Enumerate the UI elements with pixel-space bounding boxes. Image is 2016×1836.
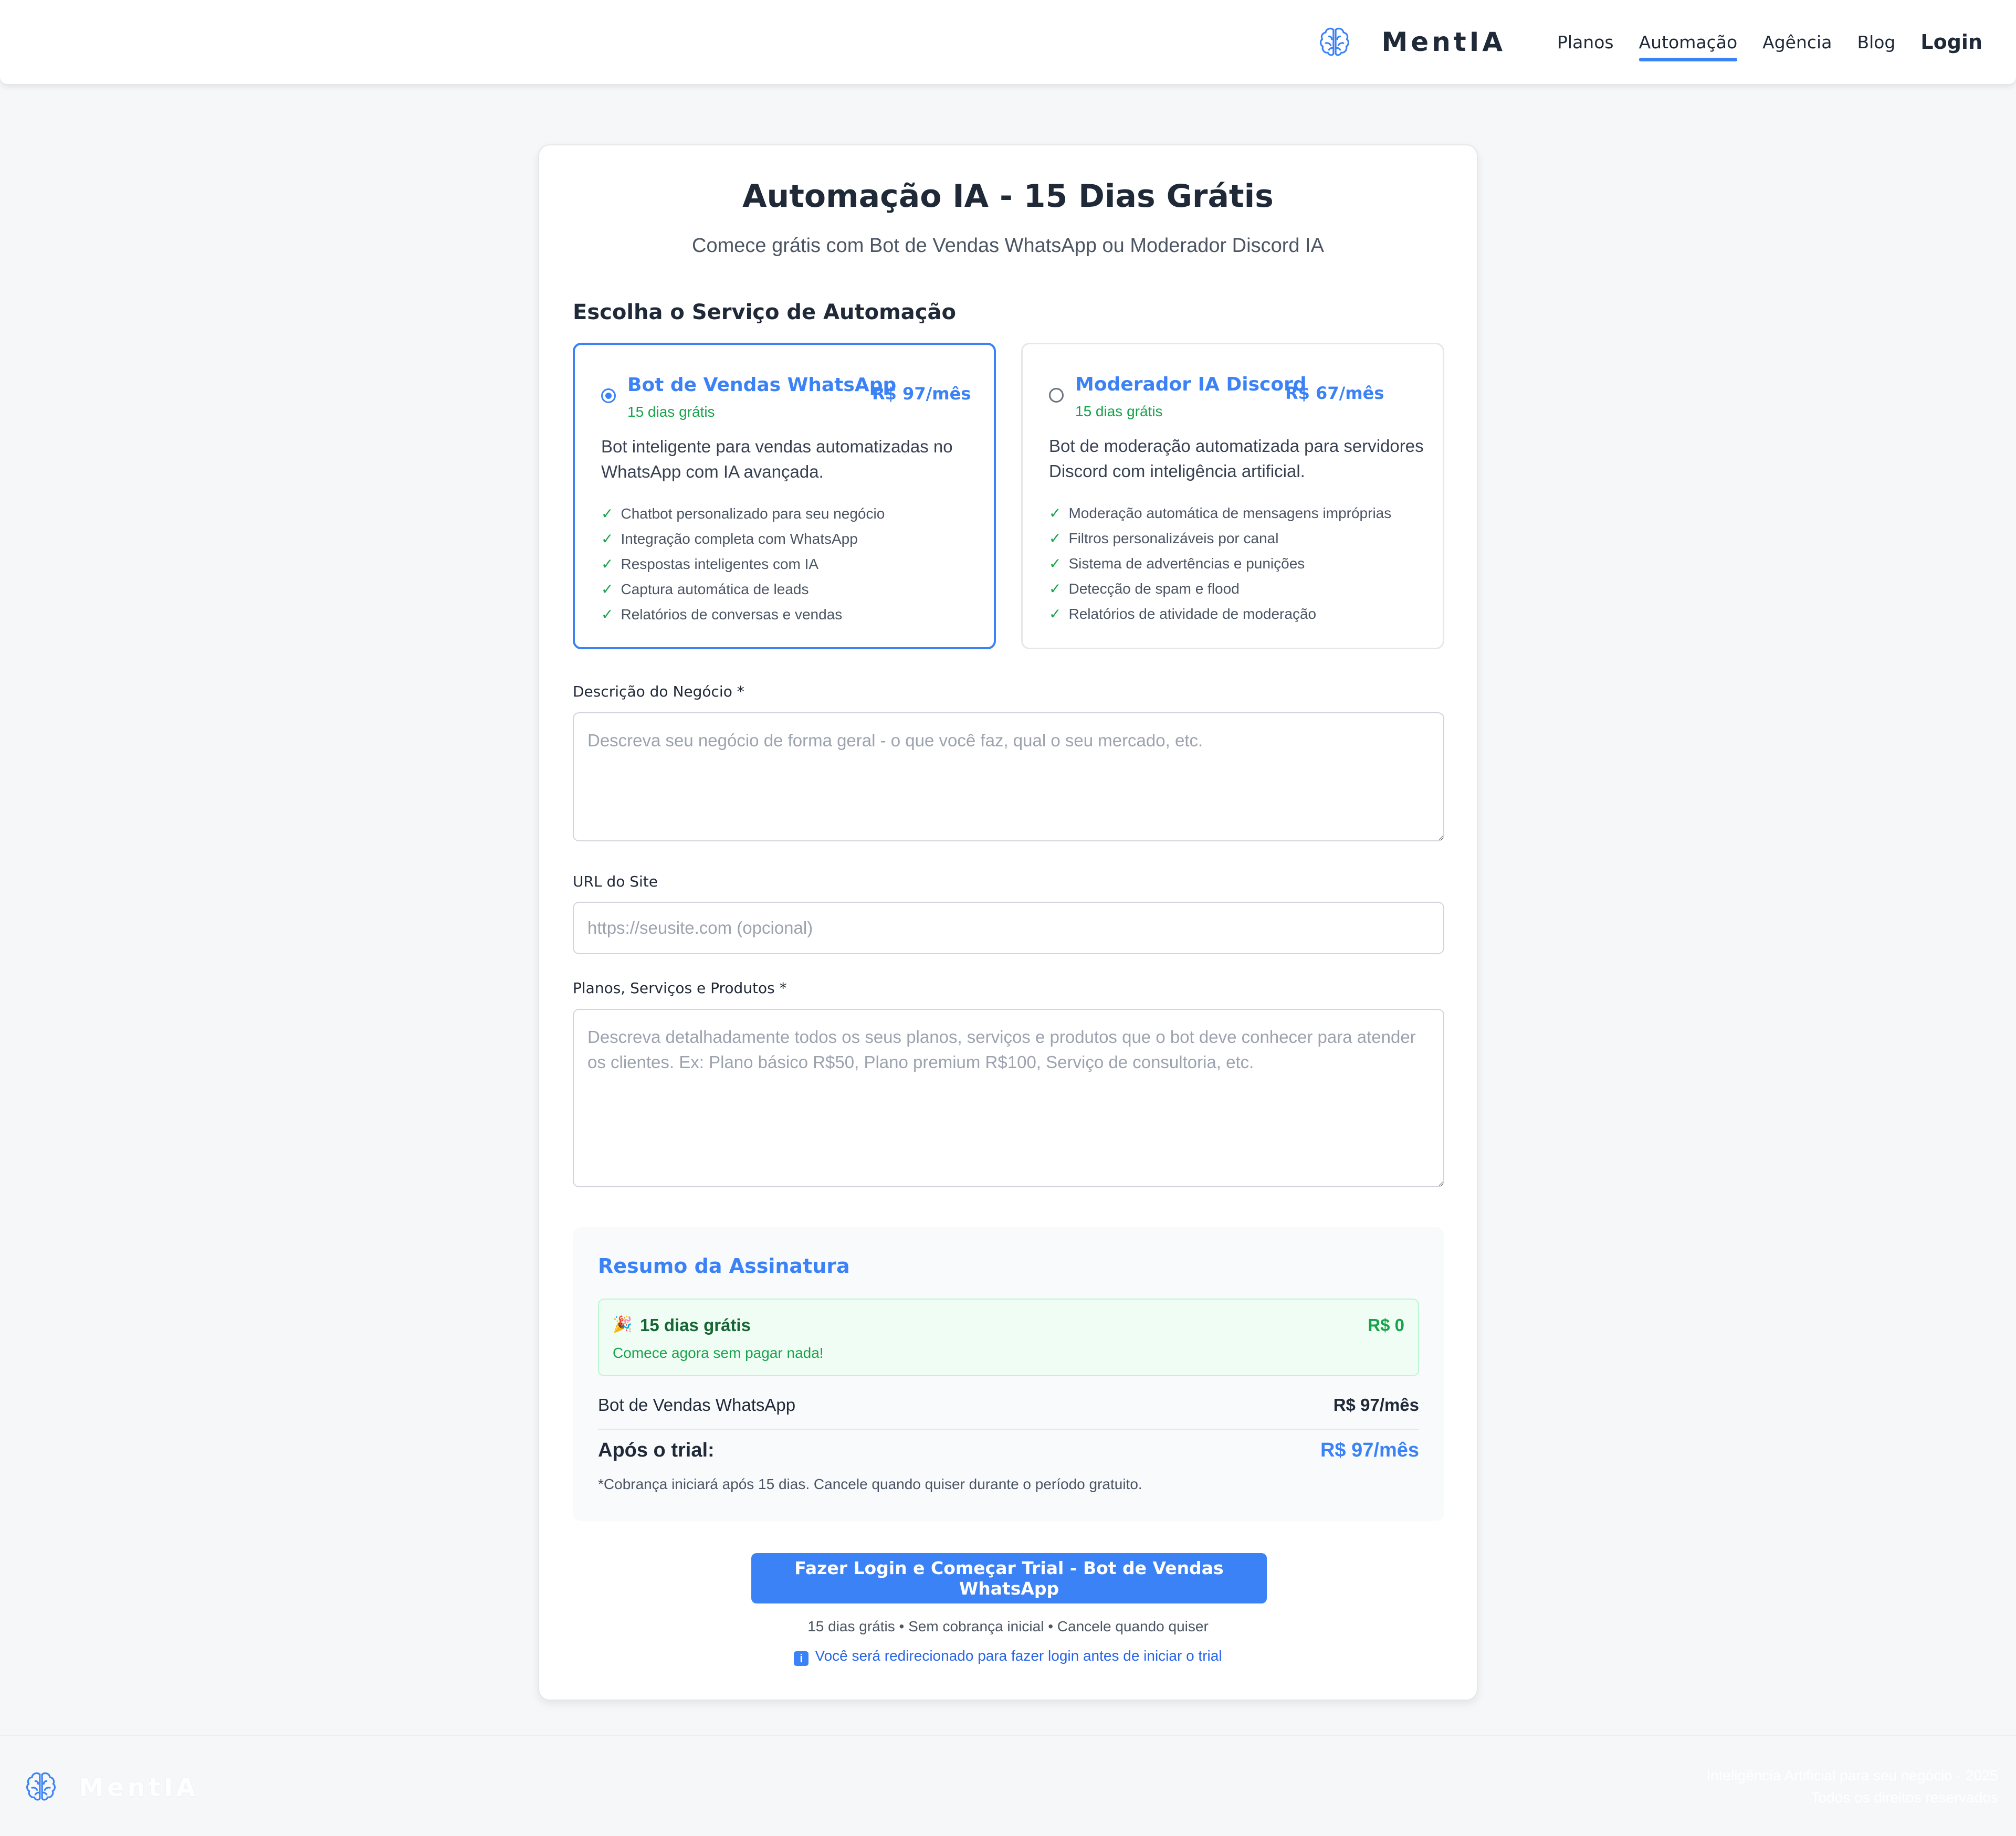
feature-item: ✓ Chatbot personalizado para seu negócio (601, 505, 885, 522)
page-title: Automação IA - 15 Dias Grátis (742, 178, 1274, 215)
check-icon: ✓ (601, 606, 614, 622)
signup-card: Automação IA - 15 Dias Grátis Comece grá… (538, 144, 1478, 1701)
check-icon: ✓ (1049, 530, 1062, 546)
service-price: R$ 67/mês (1285, 383, 1384, 403)
service-card-whatsapp[interactable]: Bot de Vendas WhatsApp R$ 97/mês 15 dias… (573, 343, 996, 649)
brand-name[interactable]: MentIA (1382, 27, 1506, 57)
subscription-summary: Resumo da Assinatura 🎉 15 dias grátis R$… (573, 1227, 1444, 1521)
redirect-note-text: Você será redirecionado para fazer login… (815, 1648, 1222, 1664)
check-icon: ✓ (601, 505, 614, 522)
footer-copyright: Inteligência Artificial para seu negócio… (1706, 1765, 1998, 1809)
info-icon: i (794, 1651, 809, 1666)
after-trial-label: Após o trial: (598, 1439, 715, 1461)
summary-title: Resumo da Assinatura (598, 1254, 850, 1278)
nav-blog[interactable]: Blog (1857, 34, 1895, 51)
party-icon: 🎉 (613, 1316, 633, 1333)
brain-icon[interactable] (23, 1769, 59, 1805)
trial-price: R$ 0 (1368, 1315, 1404, 1335)
feature-item: ✓ Moderação automática de mensagens impró… (1049, 505, 1392, 521)
service-radio-discord[interactable] (1049, 388, 1064, 403)
service-section-title: Escolha o Serviço de Automação (573, 300, 956, 324)
after-trial-price: R$ 97/mês (1320, 1439, 1419, 1461)
check-icon: ✓ (601, 556, 614, 572)
feature-list: ✓ Moderação automática de mensagens impró… (1049, 501, 1391, 627)
trial-title: 15 dias grátis (640, 1315, 751, 1335)
summary-divider (598, 1429, 1419, 1430)
business-description-label: Descrição do Negócio * (573, 683, 744, 700)
service-trial: 15 dias grátis (627, 404, 715, 420)
service-name: Bot de Vendas WhatsApp (627, 374, 897, 396)
footer-copyright-line: Inteligência Artificial para seu negócio… (1706, 1767, 1998, 1784)
service-description: Bot inteligente para vendas automatizada… (601, 437, 953, 481)
plans-services-field[interactable] (573, 1009, 1444, 1187)
service-description: Bot de moderação automatizada para servi… (1049, 436, 1424, 481)
feature-item: ✓ Filtros personalizáveis por canal (1049, 530, 1279, 546)
main-nav: MentIA Planos Automação Agência Blog Log… (1317, 0, 1982, 84)
feature-item: ✓ Sistema de advertências e punições (1049, 555, 1305, 572)
cta-note: 15 dias grátis • Sem cobrança inicial • … (807, 1618, 1209, 1634)
plans-services-label: Planos, Serviços e Produtos * (573, 979, 787, 997)
check-icon: ✓ (601, 581, 614, 597)
trial-banner: 🎉 15 dias grátis R$ 0 Comece agora sem p… (598, 1299, 1419, 1376)
nav-planos[interactable]: Planos (1557, 34, 1614, 51)
feature-item: ✓ Relatórios de atividade de moderação (1049, 606, 1317, 622)
service-trial: 15 dias grátis (1075, 403, 1163, 419)
site-header: MentIA Planos Automação Agência Blog Log… (0, 0, 2016, 84)
check-icon: ✓ (1049, 555, 1062, 572)
feature-item: ✓ Respostas inteligentes com IA (601, 556, 819, 572)
footer-divider (0, 1735, 2016, 1736)
check-icon: ✓ (1049, 581, 1062, 597)
feature-item: ✓ Integração completa com WhatsApp (601, 531, 858, 547)
nav-automacao[interactable]: Automação (1639, 34, 1737, 61)
service-radio-whatsapp[interactable] (601, 388, 616, 403)
nav-agencia[interactable]: Agência (1762, 34, 1832, 51)
site-url-label: URL do Site (573, 873, 658, 890)
business-description-field[interactable] (573, 712, 1444, 841)
check-icon: ✓ (1049, 505, 1062, 521)
summary-service-price: R$ 97/mês (1333, 1395, 1419, 1415)
check-icon: ✓ (601, 531, 614, 547)
feature-list: ✓ Chatbot personalizado para seu negócio … (601, 501, 885, 627)
feature-item: ✓ Relatórios de conversas e vendas (601, 606, 843, 622)
nav-login[interactable]: Login (1920, 32, 1982, 52)
check-icon: ✓ (1049, 606, 1062, 622)
feature-item: ✓ Detecção de spam e flood (1049, 581, 1240, 597)
summary-service-name: Bot de Vendas WhatsApp (598, 1395, 796, 1415)
footer-rights-line: Todos os direitos reservados (1811, 1789, 1998, 1806)
site-url-input[interactable] (573, 902, 1444, 954)
service-price: R$ 97/mês (872, 384, 971, 404)
page-subtitle: Comece grátis com Bot de Vendas WhatsApp… (692, 235, 1324, 257)
feature-item: ✓ Captura automática de leads (601, 581, 809, 597)
brain-icon[interactable] (1317, 24, 1352, 60)
login-start-trial-button[interactable]: Fazer Login e Começar Trial - Bot de Ven… (751, 1553, 1267, 1603)
service-card-discord[interactable]: Moderador IA Discord R$ 67/mês 15 dias g… (1021, 343, 1444, 649)
billing-note: *Cobrança iniciará após 15 dias. Cancele… (598, 1476, 1142, 1492)
trial-note: Comece agora sem pagar nada! (613, 1345, 824, 1361)
service-name: Moderador IA Discord (1075, 374, 1307, 395)
redirect-note: i Você será redirecionado para fazer logi… (539, 1648, 1477, 1666)
footer-brand[interactable]: MentIA (79, 1773, 198, 1802)
